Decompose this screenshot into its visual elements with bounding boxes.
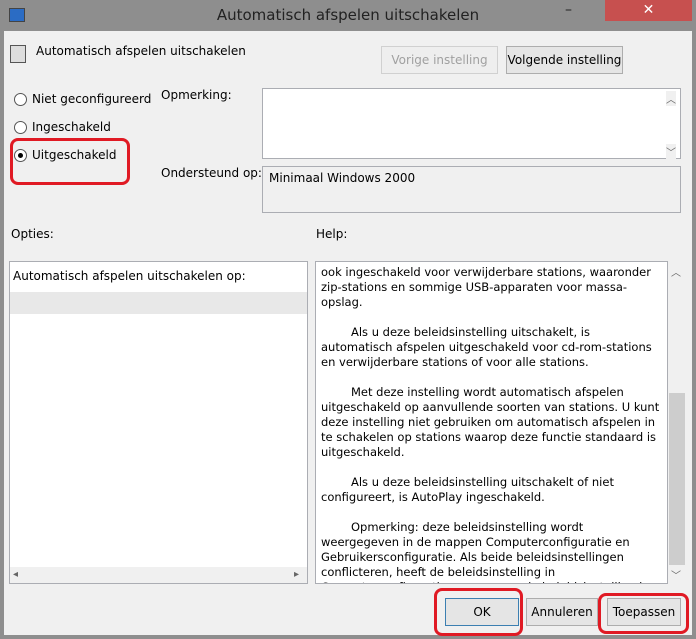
scroll-down-icon[interactable]: ﹀ bbox=[671, 567, 681, 582]
annotation-highlight bbox=[598, 593, 689, 634]
minimize-button[interactable]: – bbox=[565, 2, 572, 18]
policy-icon bbox=[10, 45, 26, 63]
options-field[interactable] bbox=[10, 292, 307, 314]
options-label: Opties: bbox=[11, 227, 54, 241]
comment-label: Opmerking: bbox=[161, 88, 232, 102]
policy-name: Automatisch afspelen uitschakelen bbox=[36, 44, 246, 58]
help-paragraph: Opmerking: deze beleidsinstelling wordt … bbox=[321, 520, 650, 583]
radio-label: Ingeschakeld bbox=[32, 120, 111, 134]
help-paragraph: Als u deze beleidsinstelling uitschakelt… bbox=[321, 475, 614, 504]
options-panel: Automatisch afspelen uitschakelen op: ◂ … bbox=[9, 261, 308, 584]
close-button[interactable]: ✕ bbox=[605, 0, 692, 21]
help-label: Help: bbox=[316, 227, 348, 241]
radio-circle[interactable] bbox=[14, 121, 27, 134]
help-paragraph: Als u deze beleidsinstelling uitschakelt… bbox=[321, 325, 652, 369]
scroll-up-icon[interactable]: ︿ bbox=[671, 264, 681, 279]
help-paragraph: Met deze instelling wordt automatisch af… bbox=[321, 385, 660, 459]
help-scrollbar[interactable]: ︿ ﹀ bbox=[668, 261, 686, 582]
radio-circle[interactable] bbox=[14, 93, 27, 106]
previous-setting-button[interactable]: Vorige instelling bbox=[381, 46, 498, 74]
radio-label: Niet geconfigureerd bbox=[32, 92, 152, 106]
comment-scroll-down[interactable]: ﹀ bbox=[666, 144, 676, 159]
next-setting-button[interactable]: Volgende instelling bbox=[506, 46, 623, 74]
scroll-left-icon[interactable]: ◂ bbox=[13, 569, 19, 580]
supported-text: Minimaal Windows 2000 bbox=[269, 171, 416, 185]
options-item: Automatisch afspelen uitschakelen op: bbox=[13, 269, 246, 283]
annotation-highlight bbox=[434, 588, 523, 636]
window-title: Automatisch afspelen uitschakelen bbox=[216, 6, 480, 24]
options-hscrollbar[interactable]: ◂ ▸ bbox=[10, 567, 307, 583]
scroll-right-icon[interactable]: ▸ bbox=[294, 569, 300, 580]
annotation-highlight bbox=[10, 138, 130, 185]
cancel-button[interactable]: Annuleren bbox=[526, 598, 598, 626]
supported-value: Minimaal Windows 2000 bbox=[262, 166, 681, 213]
help-paragraph: ook ingeschakeld voor verwijderbare stat… bbox=[321, 265, 651, 309]
title-bar: Automatisch afspelen uitschakelen – ✕ bbox=[0, 0, 696, 32]
comment-input[interactable] bbox=[262, 88, 681, 159]
comment-scroll-up[interactable]: ︿ bbox=[666, 91, 676, 106]
help-panel: ook ingeschakeld voor verwijderbare stat… bbox=[315, 261, 668, 584]
scroll-thumb[interactable] bbox=[669, 393, 685, 565]
supported-label: Ondersteund op: bbox=[161, 166, 262, 180]
